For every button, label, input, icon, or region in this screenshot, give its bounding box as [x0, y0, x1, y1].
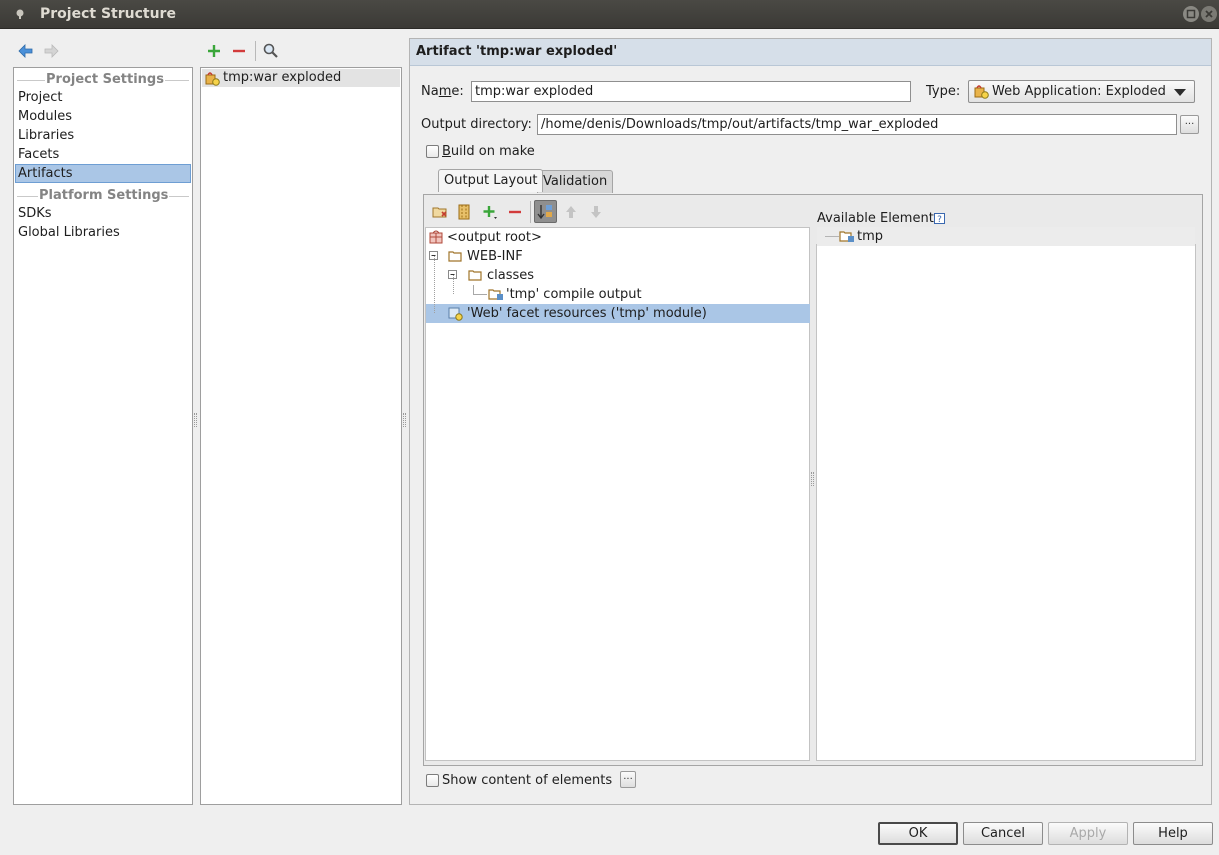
tab-validation[interactable]: Validation	[537, 170, 614, 193]
chevron-down-icon	[1174, 89, 1186, 96]
show-content-checkbox[interactable]	[426, 774, 439, 787]
available-elements-tree[interactable]: tmp	[816, 227, 1196, 761]
close-button[interactable]	[1201, 6, 1217, 22]
artifact-label: tmp:war exploded	[223, 70, 342, 85]
build-on-make-label: Build on make	[442, 144, 535, 159]
artifact-header: Artifact 'tmp:war exploded'	[410, 39, 1211, 66]
type-label: Type:	[926, 84, 961, 99]
sort-toggle-button[interactable]	[534, 200, 557, 223]
tree-connector	[473, 285, 474, 294]
forward-arrow-icon[interactable]	[43, 43, 59, 59]
artifacts-list-panel: tmp:war exploded	[200, 67, 402, 805]
new-folder-icon[interactable]	[431, 203, 449, 221]
list-item[interactable]: tmp:war exploded	[202, 69, 400, 87]
svg-text:?: ?	[937, 215, 942, 224]
artifact-details-panel: Artifact 'tmp:war exploded' Name: tmp:wa…	[409, 38, 1212, 805]
module-icon	[839, 231, 854, 242]
tree-node[interactable]: classes	[426, 266, 809, 285]
tree-connector	[473, 294, 487, 295]
folder-icon	[468, 270, 482, 281]
splitter-handle[interactable]	[811, 472, 814, 486]
move-down-icon[interactable]	[587, 203, 605, 221]
available-elements-label: Available Elements	[817, 211, 941, 226]
project-settings-separator: Project Settings	[14, 70, 192, 88]
window-title: Project Structure	[40, 6, 176, 22]
folder-icon	[448, 251, 462, 262]
tree-node[interactable]: tmp	[817, 227, 1195, 246]
add-element-icon[interactable]	[481, 203, 499, 221]
toolbar-divider	[530, 201, 531, 223]
ok-button[interactable]: OK	[878, 822, 958, 845]
tree-node[interactable]: <output root>	[426, 228, 809, 247]
remove-element-icon[interactable]	[506, 203, 524, 221]
tree-connector	[453, 275, 454, 294]
window-menu-icon[interactable]	[14, 8, 26, 20]
output-root-icon	[429, 230, 443, 244]
archive-icon[interactable]	[455, 203, 473, 221]
help-button[interactable]: Help	[1133, 822, 1213, 845]
type-select[interactable]: Web Application: Exploded	[968, 80, 1195, 103]
nav-item-project[interactable]: Project	[15, 88, 191, 107]
splitter-handle[interactable]	[194, 413, 197, 427]
sort-icon	[537, 205, 552, 220]
nav-item-modules[interactable]: Modules	[15, 107, 191, 126]
toolbar-divider	[255, 41, 256, 61]
name-field[interactable]: tmp:war exploded	[471, 81, 911, 102]
nav-item-facets[interactable]: Facets	[15, 145, 191, 164]
nav-item-artifacts[interactable]: Artifacts	[15, 164, 191, 183]
show-content-options-button[interactable]: ...	[620, 771, 636, 788]
output-directory-field[interactable]: /home/denis/Downloads/tmp/out/artifacts/…	[537, 114, 1177, 135]
nav-item-sdks[interactable]: SDKs	[15, 204, 191, 223]
cancel-button[interactable]: Cancel	[963, 822, 1043, 845]
name-label: Name:	[421, 84, 464, 99]
remove-icon[interactable]	[230, 42, 248, 60]
maximize-icon	[1186, 9, 1196, 19]
platform-settings-separator: Platform Settings	[14, 186, 192, 204]
add-icon[interactable]	[205, 42, 223, 60]
search-icon[interactable]	[262, 42, 280, 60]
help-icon[interactable]: ?	[934, 213, 945, 224]
tree-connector	[825, 236, 839, 237]
splitter-handle[interactable]	[403, 413, 406, 427]
move-up-icon[interactable]	[562, 203, 580, 221]
nav-item-libraries[interactable]: Libraries	[15, 126, 191, 145]
tree-node[interactable]: WEB-INF	[426, 247, 809, 266]
web-app-icon	[974, 85, 989, 99]
tab-output-layout[interactable]: Output Layout	[438, 169, 544, 192]
build-on-make-checkbox[interactable]	[426, 145, 439, 158]
module-output-icon	[488, 289, 503, 300]
maximize-button[interactable]	[1183, 6, 1199, 22]
tree-connector	[434, 256, 435, 313]
show-content-label: Show content of elements	[442, 773, 613, 788]
apply-button[interactable]: Apply	[1048, 822, 1128, 845]
title-bar[interactable]: Project Structure	[0, 0, 1219, 29]
nav-item-global-libraries[interactable]: Global Libraries	[15, 223, 191, 242]
settings-nav-panel: Project Settings Project Modules Librari…	[13, 67, 193, 805]
close-icon	[1205, 10, 1213, 18]
back-arrow-icon[interactable]	[18, 43, 34, 59]
web-facet-icon	[448, 307, 463, 321]
output-directory-label: Output directory:	[421, 117, 532, 132]
output-layout-tree[interactable]: <output root> WEB-INF classes 'tmp' comp…	[425, 227, 810, 761]
war-artifact-icon	[205, 72, 220, 86]
tree-node[interactable]: 'Web' facet resources ('tmp' module)	[426, 304, 810, 323]
browse-button[interactable]: ...	[1180, 115, 1199, 134]
